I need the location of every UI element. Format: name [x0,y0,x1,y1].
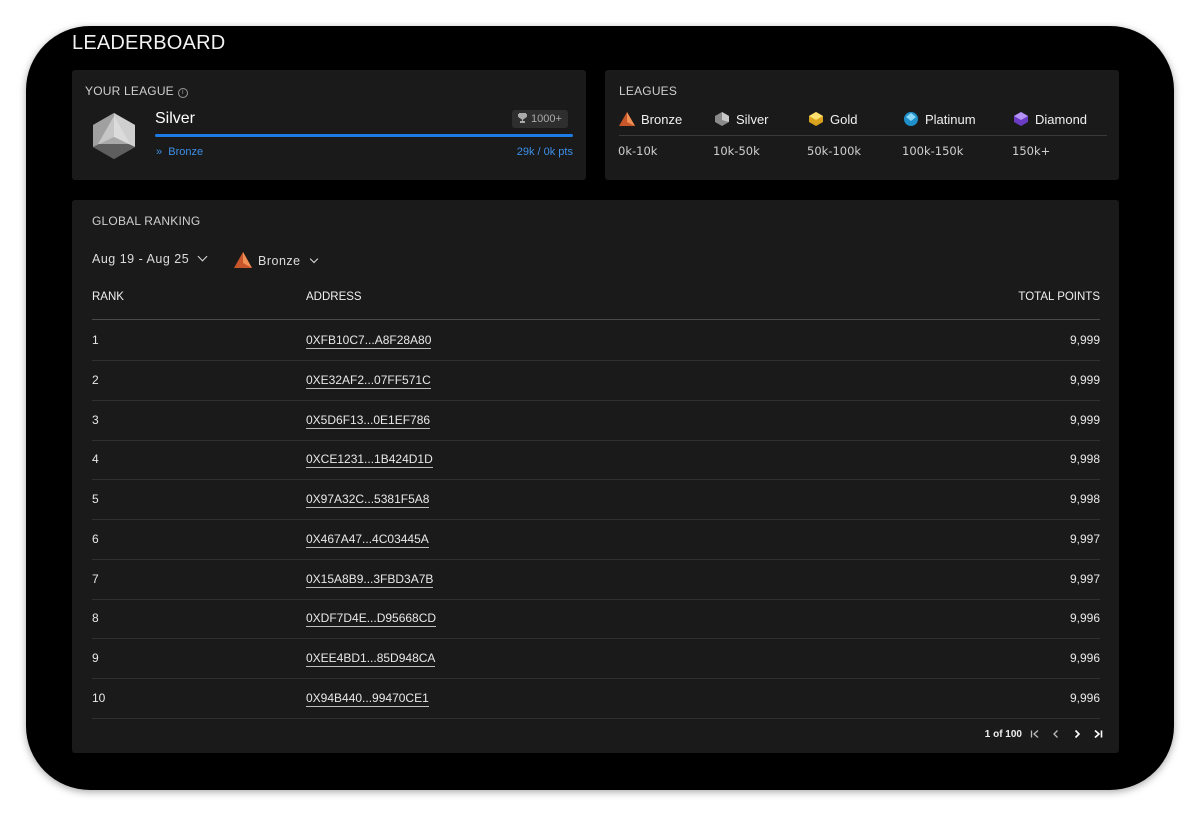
address-link[interactable]: 0X94B440...99470CE1 [306,691,429,707]
address-link[interactable]: 0X5D6F13...0E1EF786 [306,413,431,429]
league-name-diamond: Diamond [1035,112,1088,127]
table-row: 3 0X5D6F13...0E1EF786 9,999 [92,400,1100,441]
first-page-icon[interactable] [1027,727,1043,743]
bronze-gem-icon [619,112,635,126]
league-name-platinum: Platinum [925,112,976,127]
points-cell: 9,999 [1069,333,1100,347]
column-header-total-points: TOTAL POINTS [1018,291,1100,303]
table-row: 6 0X467A47...4C03445A 9,997 [92,519,1100,560]
leagues-card: LEAGUES Bronze Silver Gold Platinum Diam… [605,70,1119,180]
table-row: 9 0XEE4BD1...85D948CA 9,996 [92,638,1100,679]
chevron-down-icon [309,254,318,264]
trophy-badge: 1000+ [512,110,568,128]
address-link[interactable]: 0X15A8B9...3FBD3A7B [306,572,434,588]
points-cell: 9,997 [1069,531,1100,546]
league-range-diamond: 150k+ [1012,144,1051,158]
points-cell: 9,998 [1069,492,1100,506]
league-range-bronze: 0k-10k [618,144,658,158]
rank-cell: 8 [92,611,99,626]
league-name-gold: Gold [830,112,858,127]
league-filter-value: Bronze [258,254,301,268]
table-row: 10 0X94B440...99470CE1 9,996 [92,678,1100,719]
league-progress-fill [155,134,573,137]
trophy-icon [518,113,527,123]
platinum-gem-icon [904,112,918,126]
league-name-bronze: Bronze [641,112,683,127]
trophy-value: 1000+ [531,113,562,125]
double-chevron-icon: » [156,146,163,158]
league-range-silver: 10k-50k [713,144,760,158]
previous-page-icon[interactable] [1048,727,1064,743]
table-row: 2 0XE32AF2...07FF571C 9,999 [92,360,1100,401]
league-points: 29k / 0k pts [516,146,573,158]
points-cell: 9,996 [1069,690,1100,705]
rank-cell: 10 [92,690,106,705]
silver-gem-icon [715,112,729,126]
address-link[interactable]: 0XDF7D4E...D95668CD [306,611,437,628]
league-range-gold: 50k-100k [807,144,862,158]
column-header-rank: RANK [92,291,124,303]
address-link[interactable]: 0XFB10C7...A8F28A80 [306,333,432,349]
address-link[interactable]: 0XCE1231...1B424D1D [306,452,433,469]
rank-cell: 1 [92,333,99,347]
next-page-icon[interactable] [1069,727,1085,743]
table-row: 5 0X97A32C...5381F5A8 9,998 [92,479,1100,520]
global-ranking-label: GLOBAL RANKING [92,214,201,228]
info-icon[interactable]: i [177,88,188,98]
leagues-label: LEAGUES [619,84,678,98]
rank-cell: 9 [92,651,99,665]
rank-cell: 7 [92,571,99,586]
page-title: LEADERBOARD [72,32,226,54]
date-range-value: Aug 19 - Aug 25 [92,252,190,266]
rank-cell: 2 [92,372,99,387]
rank-cell: 4 [92,452,99,467]
points-cell: 9,996 [1069,651,1100,665]
next-league-link[interactable]: » Bronze [156,146,203,158]
league-range-platinum: 100k-150k [902,144,964,158]
league-progress-bar [155,134,573,137]
last-page-icon[interactable] [1090,727,1106,743]
gold-gem-icon [809,112,823,126]
league-name-silver: Silver [736,112,769,127]
address-link[interactable]: 0XEE4BD1...85D948CA [306,651,436,667]
table-row: 1 0XFB10C7...A8F28A80 9,999 [92,320,1100,361]
address-link[interactable]: 0XE32AF2...07FF571C [306,373,431,389]
next-league-name: Bronze [168,146,204,158]
rank-cell: 3 [92,412,99,427]
leagues-list: Bronze Silver Gold Platinum Diamond [619,111,1107,136]
column-header-address: ADDRESS [306,291,362,303]
date-range-dropdown[interactable]: Aug 19 - Aug 25 [92,251,208,266]
table-row: 4 0XCE1231...1B424D1D 9,998 [92,439,1100,481]
rank-cell: 5 [92,492,99,506]
points-cell: 9,998 [1069,452,1100,467]
your-league-header: YOUR LEAGUE i [85,84,188,98]
diamond-gem-icon [1014,112,1028,126]
your-league-label: YOUR LEAGUE [85,84,174,98]
chevron-down-icon [197,251,208,262]
rank-cell: 6 [92,531,99,546]
your-league-card: YOUR LEAGUE i [72,70,586,180]
pagination: 1 of 100 [966,727,1106,743]
points-cell: 9,997 [1069,571,1100,586]
silver-league-badge-icon [93,113,135,159]
table-row: 7 0X15A8B9...3FBD3A7B 9,997 [92,559,1100,600]
points-cell: 9,999 [1069,372,1100,387]
current-league-name: Silver [155,110,196,127]
table-row: 8 0XDF7D4E...D95668CD 9,996 [92,598,1100,640]
league-filter-dropdown[interactable]: Bronze [234,252,318,268]
pagination-info: 1 of 100 [984,729,1022,740]
bronze-gem-icon [234,252,252,268]
address-link[interactable]: 0X467A47...4C03445A [306,532,429,548]
global-ranking-card: GLOBAL RANKING Aug 19 - Aug 25 Bronze RA… [72,200,1119,753]
points-cell: 9,996 [1069,611,1100,626]
address-link[interactable]: 0X97A32C...5381F5A8 [306,492,430,508]
points-cell: 9,999 [1069,412,1100,427]
